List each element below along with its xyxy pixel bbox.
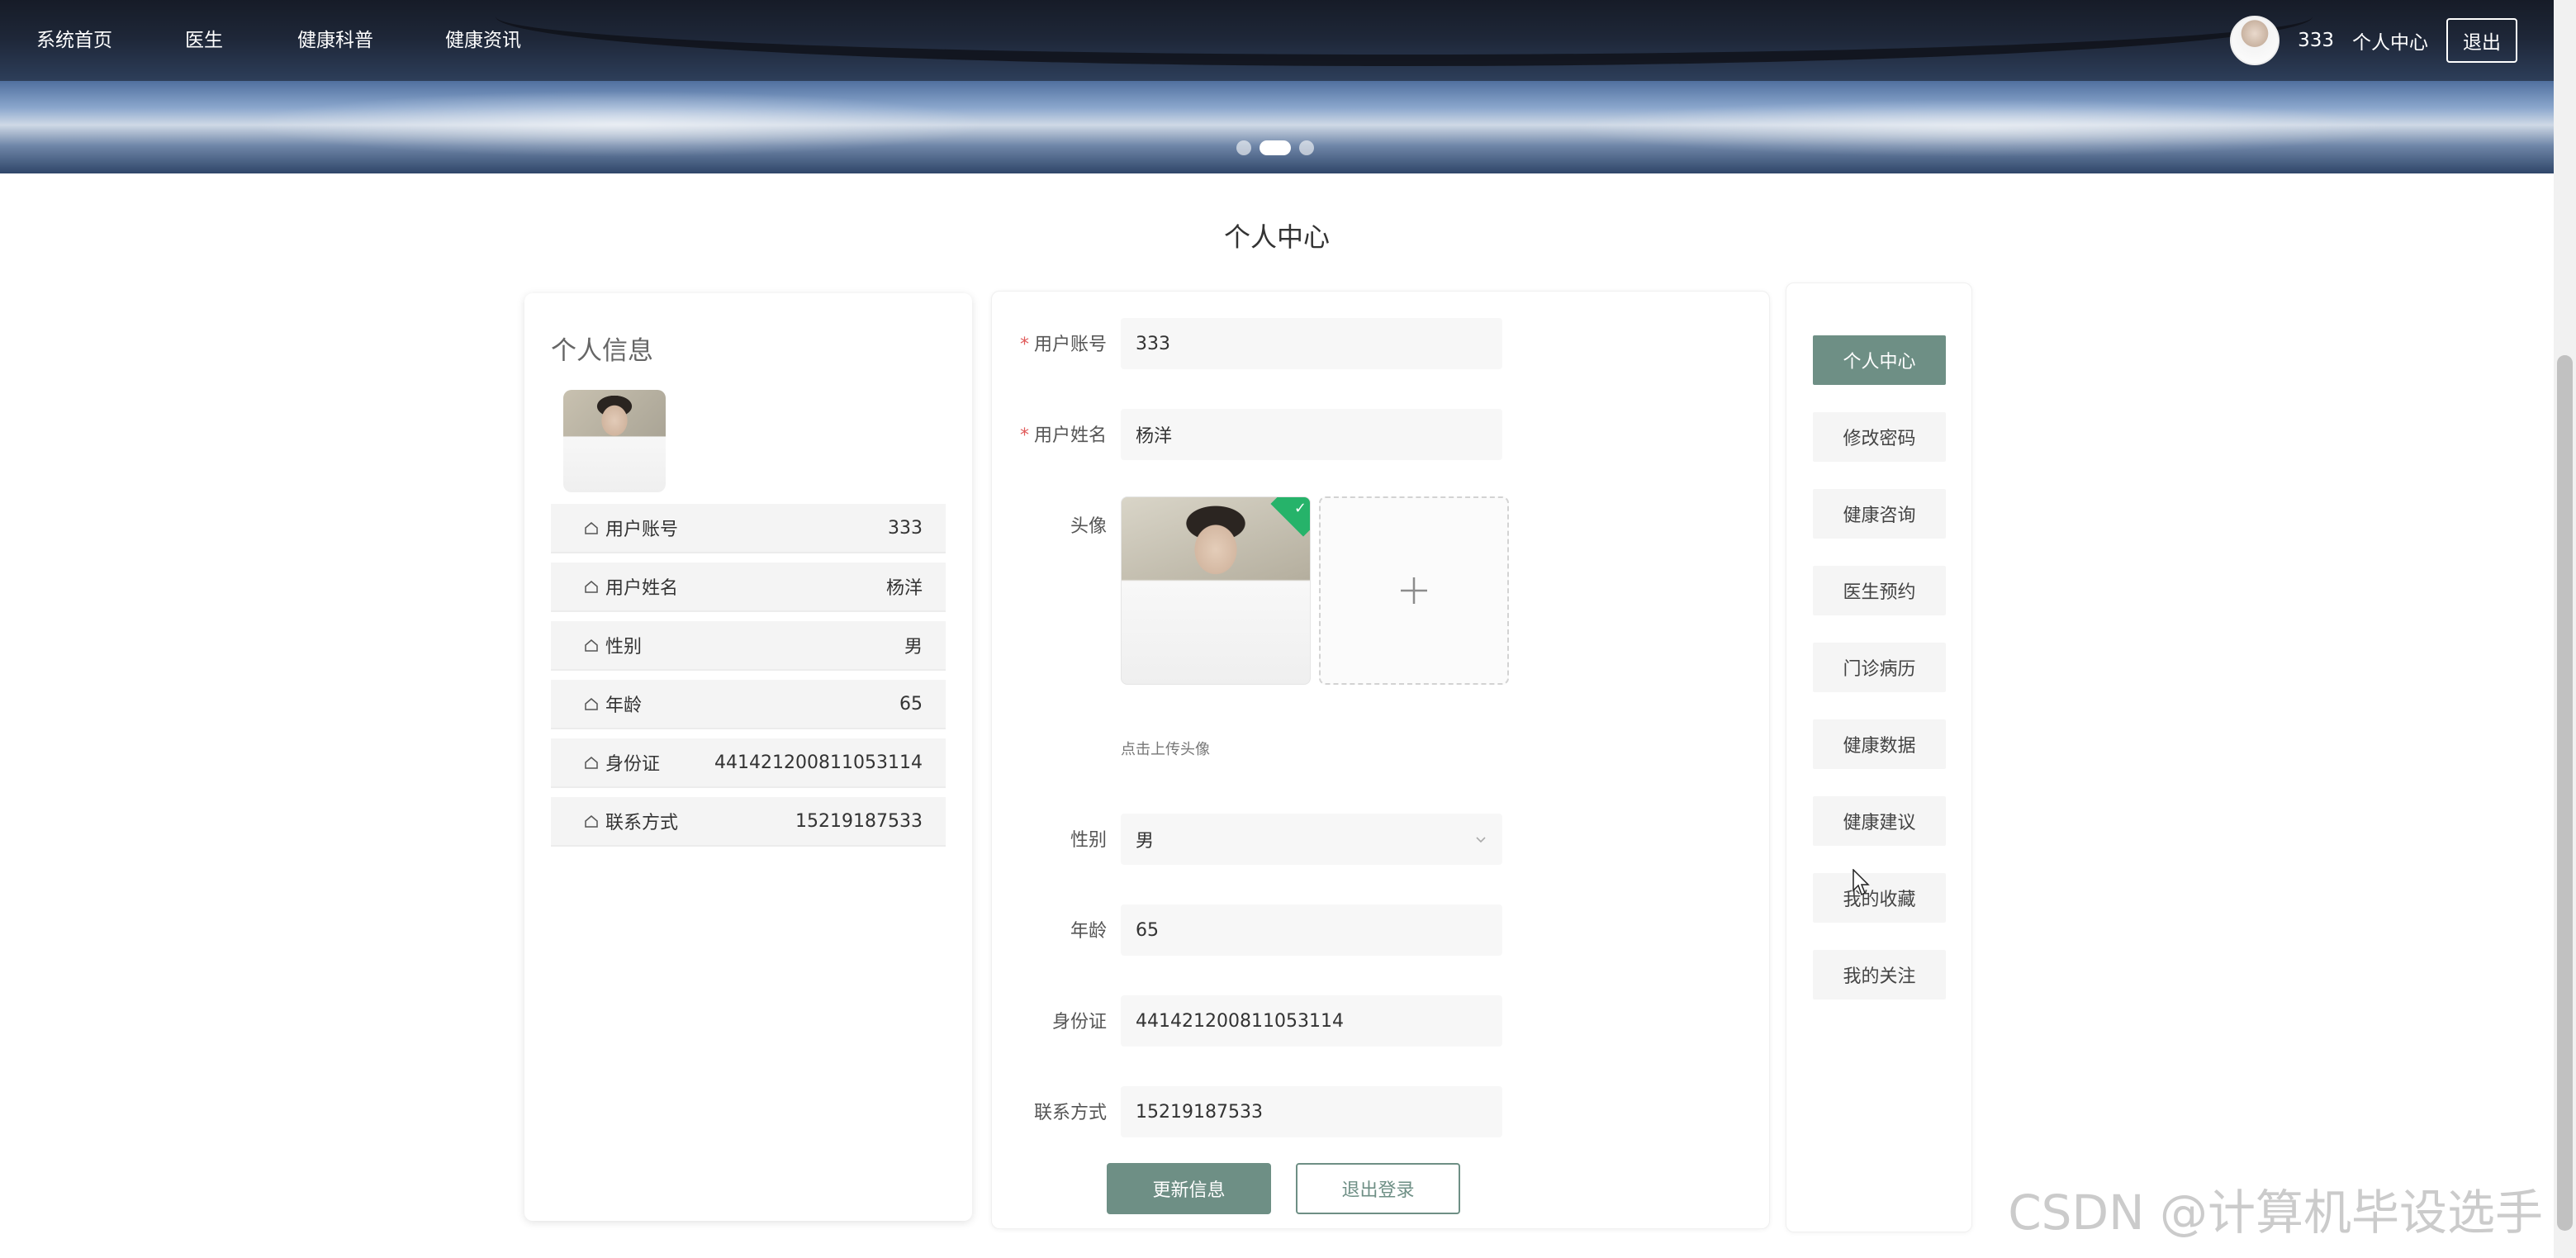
page-scrollbar-thumb[interactable] bbox=[2557, 355, 2573, 1231]
info-row-label: 用户账号 bbox=[605, 520, 679, 540]
nav-personal-center-link[interactable]: 个人中心 bbox=[2352, 26, 2428, 55]
side-menu-doctor-appointment[interactable]: 医生预约 bbox=[1813, 566, 1946, 615]
info-row-value: 333 bbox=[888, 517, 923, 539]
side-menu-health-consult[interactable]: 健康咨询 bbox=[1813, 489, 1946, 539]
info-row-label: 年龄 bbox=[605, 695, 643, 716]
info-row-age: 年龄 65 bbox=[551, 680, 946, 729]
home-icon bbox=[584, 814, 599, 828]
info-avatar-image bbox=[563, 390, 666, 492]
id-card-input[interactable] bbox=[1121, 995, 1502, 1047]
banner-cloud bbox=[1569, 99, 2395, 157]
nav-item-health-news[interactable]: 健康资讯 bbox=[445, 0, 521, 81]
account-input[interactable] bbox=[1121, 318, 1502, 369]
info-card-title: 个人信息 bbox=[551, 336, 653, 366]
side-menu-health-data[interactable]: 健康数据 bbox=[1813, 719, 1946, 769]
nav-item-doctors[interactable]: 医生 bbox=[185, 0, 223, 81]
info-row-value: 杨洋 bbox=[885, 578, 923, 599]
personal-info-card: 个人信息 用户账号 333 用户姓名 杨洋 性别 男 年龄 65 身份证 441… bbox=[524, 293, 972, 1221]
nav-logout-button[interactable]: 退出 bbox=[2446, 18, 2517, 63]
name-input[interactable] bbox=[1121, 409, 1502, 460]
home-icon bbox=[584, 638, 599, 653]
home-icon bbox=[584, 520, 599, 535]
name-label: * 用户姓名 bbox=[1019, 425, 1107, 446]
avatar-preview-image[interactable]: ✓ bbox=[1121, 496, 1311, 685]
info-row-gender: 性别 男 bbox=[551, 621, 946, 671]
nav-item-home[interactable]: 系统首页 bbox=[36, 0, 112, 81]
info-row-phone: 联系方式 15219187533 bbox=[551, 797, 946, 847]
nav-username: 333 bbox=[2298, 30, 2334, 51]
profile-form: *用户账号 *用户姓名 头像 ✓ 点击上传头像 性别 男 年龄 身份证 联系方式… bbox=[991, 291, 1770, 1229]
logout-button[interactable]: 退出登录 bbox=[1296, 1163, 1460, 1214]
carousel-dot[interactable] bbox=[1299, 140, 1314, 155]
info-row-label: 身份证 bbox=[605, 754, 661, 775]
home-icon bbox=[584, 755, 599, 770]
avatar-upload-hint: 点击上传头像 bbox=[1121, 741, 1210, 758]
home-icon bbox=[584, 579, 599, 594]
info-row-label: 联系方式 bbox=[605, 813, 679, 833]
side-menu-outpatient-records[interactable]: 门诊病历 bbox=[1813, 643, 1946, 692]
id-card-label: 身份证 bbox=[1051, 1012, 1107, 1033]
watermark: CSDN @计算机毕设选手 bbox=[2008, 1184, 2543, 1241]
side-menu-health-advice[interactable]: 健康建议 bbox=[1813, 796, 1946, 846]
gender-select-value: 男 bbox=[1136, 831, 1155, 852]
gender-label: 性别 bbox=[1070, 830, 1107, 851]
info-row-value: 15219187533 bbox=[795, 810, 923, 832]
nav-user-area: 333 个人中心 退出 bbox=[2230, 0, 2517, 81]
info-row-value: 65 bbox=[899, 693, 923, 714]
side-menu-my-favorites[interactable]: 我的收藏 bbox=[1813, 873, 1946, 923]
side-menu-personal-center[interactable]: 个人中心 bbox=[1813, 335, 1946, 385]
side-menu: 个人中心 修改密码 健康咨询 医生预约 门诊病历 健康数据 健康建议 我的收藏 … bbox=[1786, 282, 1972, 1232]
phone-input[interactable] bbox=[1121, 1086, 1502, 1137]
carousel-dot[interactable] bbox=[1236, 140, 1251, 155]
age-label: 年龄 bbox=[1070, 921, 1107, 942]
user-avatar[interactable] bbox=[2230, 16, 2280, 65]
avatar-upload-button[interactable] bbox=[1319, 496, 1509, 685]
update-info-button[interactable]: 更新信息 bbox=[1107, 1163, 1271, 1214]
carousel-indicators bbox=[1236, 140, 1314, 155]
info-row-value: 男 bbox=[904, 637, 923, 657]
info-row-id-card: 身份证 441421200811053114 bbox=[551, 738, 946, 788]
side-menu-change-password[interactable]: 修改密码 bbox=[1813, 412, 1946, 462]
banner-cloud bbox=[248, 91, 991, 157]
page-title: 个人中心 bbox=[1223, 221, 1330, 253]
phone-label: 联系方式 bbox=[1033, 1103, 1107, 1123]
info-row-label: 性别 bbox=[605, 637, 643, 657]
avatar-label: 头像 bbox=[1070, 516, 1107, 537]
check-icon: ✓ bbox=[1293, 500, 1307, 517]
side-menu-my-follows[interactable]: 我的关注 bbox=[1813, 950, 1946, 999]
info-row-name: 用户姓名 杨洋 bbox=[551, 563, 946, 612]
account-label: * 用户账号 bbox=[1019, 335, 1107, 355]
age-input[interactable] bbox=[1121, 904, 1502, 956]
chevron-down-icon bbox=[1476, 837, 1486, 843]
nav-item-health-science[interactable]: 健康科普 bbox=[297, 0, 373, 81]
home-icon bbox=[584, 696, 599, 711]
info-row-label: 用户姓名 bbox=[605, 578, 679, 599]
mouse-cursor-icon bbox=[1853, 869, 1870, 896]
plus-icon bbox=[1401, 577, 1427, 604]
info-row-account: 用户账号 333 bbox=[551, 504, 946, 553]
carousel-dot-active[interactable] bbox=[1260, 140, 1291, 155]
gender-select[interactable]: 男 bbox=[1121, 814, 1502, 865]
top-navbar: 系统首页 医生 健康科普 健康资讯 333 个人中心 退出 bbox=[0, 0, 2554, 81]
info-row-value: 441421200811053114 bbox=[714, 752, 923, 773]
